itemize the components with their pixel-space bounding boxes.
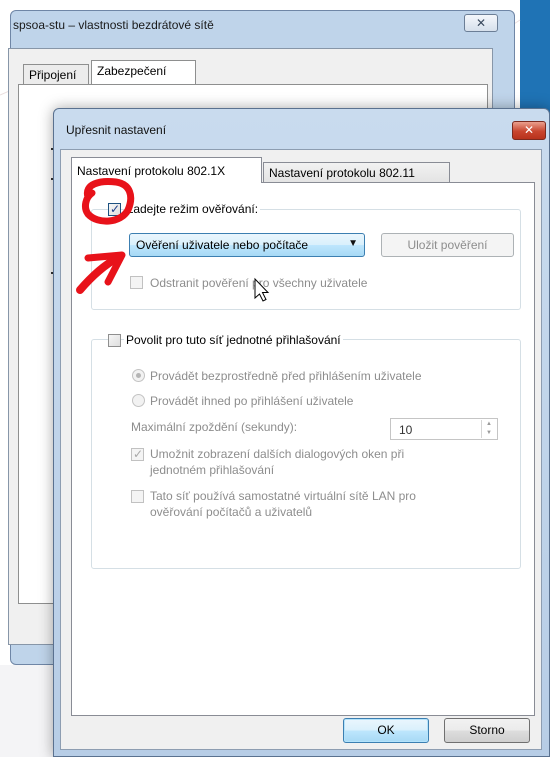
allow-dialogs-label-line2: jednotném přihlašování bbox=[150, 463, 275, 477]
save-credentials-button[interactable]: Uložit pověření bbox=[381, 233, 514, 257]
stepper-buttons[interactable]: ▲ ▼ bbox=[481, 420, 496, 438]
back-window-title: spsoa-stu – vlastnosti bezdrátové sítě bbox=[13, 18, 214, 32]
allow-dialogs-checkbox[interactable]: ✓ bbox=[131, 447, 144, 461]
dialog-close-button[interactable]: ✕ bbox=[512, 121, 546, 140]
sso-before-logon-label: Provádět bezprostředně před přihlášením … bbox=[150, 369, 422, 383]
auth-mode-dropdown[interactable]: Ověření uživatele nebo počítače ▼ bbox=[129, 233, 365, 257]
remove-credentials-checkbox[interactable] bbox=[130, 276, 143, 289]
max-delay-value: 10 bbox=[399, 423, 413, 437]
tab-connection[interactable]: Připojení bbox=[23, 64, 89, 85]
auth-mode-dropdown-value: Ověření uživatele nebo počítače bbox=[136, 238, 309, 252]
max-delay-label: Maximální zpoždění (sekundy): bbox=[131, 420, 298, 434]
separate-vlan-label-line1: Tato síť používá samostatné virtuální sí… bbox=[150, 489, 416, 503]
cancel-button[interactable]: Storno bbox=[444, 718, 530, 743]
tab-80211-settings[interactable]: Nastavení protokolu 802.11 bbox=[263, 162, 450, 183]
allow-dialogs-label-line1: Umožnit zobrazení dalších dialogových ok… bbox=[150, 447, 405, 461]
tab-security[interactable]: Zabezpečení bbox=[91, 60, 196, 85]
separate-vlan-label-line2: ověřování počítačů a uživatelů bbox=[150, 505, 313, 519]
tab-8021x-settings[interactable]: Nastavení protokolu 802.1X bbox=[71, 157, 262, 183]
auth-mode-checkbox[interactable]: ✓ bbox=[108, 202, 121, 216]
chevron-down-icon: ▼ bbox=[348, 238, 358, 249]
separate-vlan-checkbox[interactable] bbox=[131, 490, 144, 503]
sso-after-logon-label: Provádět ihned po přihlášení uživatele bbox=[150, 394, 354, 408]
sso-before-logon-radio[interactable] bbox=[132, 369, 145, 382]
remove-credentials-label: Odstranit pověření pro všechny uživatele bbox=[150, 276, 368, 290]
chevron-down-icon[interactable]: ▼ bbox=[482, 429, 496, 438]
sso-checkbox[interactable] bbox=[108, 334, 121, 347]
check-icon: ✓ bbox=[110, 202, 121, 216]
auth-mode-label: Zadejte režim ověřování: bbox=[124, 202, 261, 216]
back-window-close-button[interactable]: ✕ bbox=[464, 14, 498, 32]
sso-label: Povolit pro tuto síť jednotné přihlašová… bbox=[124, 333, 343, 347]
check-icon: ✓ bbox=[133, 447, 144, 461]
max-delay-stepper[interactable]: 10 ▲ ▼ bbox=[390, 418, 498, 440]
sso-after-logon-radio[interactable] bbox=[132, 394, 145, 407]
chevron-up-icon[interactable]: ▲ bbox=[482, 420, 496, 429]
ok-button[interactable]: OK bbox=[343, 718, 429, 743]
dialog-title: Upřesnit nastavení bbox=[66, 123, 167, 137]
auth-mode-group bbox=[91, 209, 521, 310]
